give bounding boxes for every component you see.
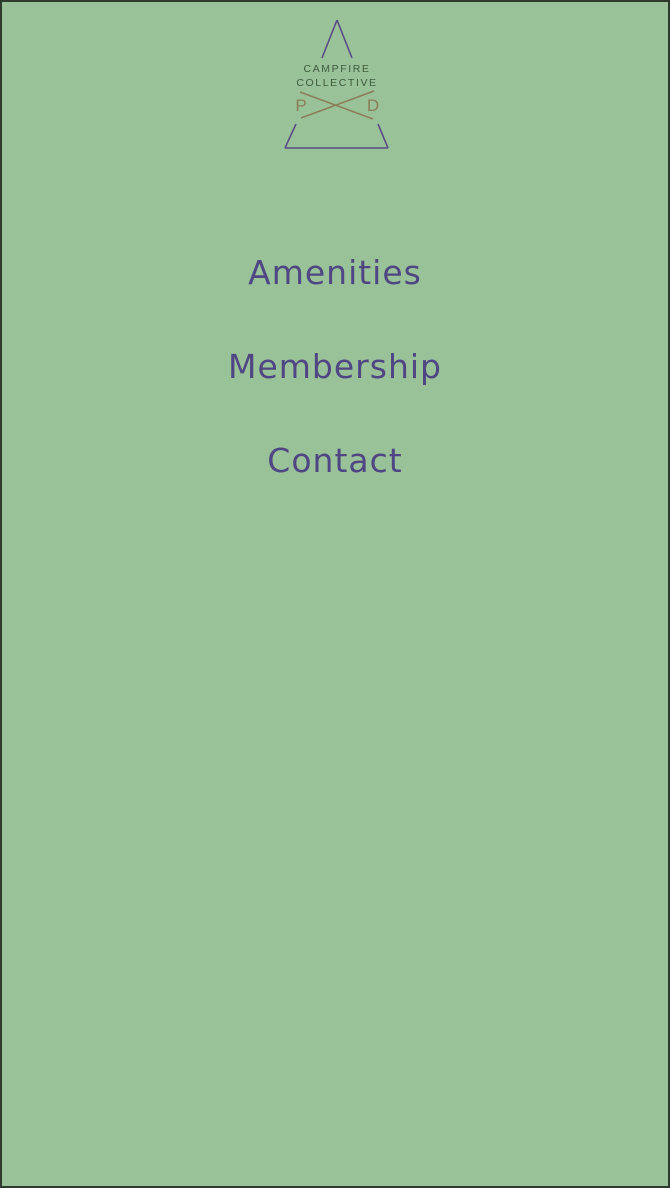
mobile-menu-screen: CAMPFIRE COLLECTIVE P D Amenities Member… [0,0,670,1188]
campfire-collective-logo[interactable]: CAMPFIRE COLLECTIVE P D [281,17,393,153]
nav-link-membership[interactable]: Membership [228,344,442,438]
logo-icon: CAMPFIRE COLLECTIVE P D [284,19,389,149]
nav-link-amenities[interactable]: Amenities [248,250,422,344]
logo-line-2: COLLECTIVE [296,77,377,89]
logo-letter-right: D [367,96,379,115]
logo-letter-left: P [295,96,306,115]
nav-link-contact[interactable]: Contact [267,438,402,532]
logo-line-1: CAMPFIRE [303,63,370,75]
main-navigation: Amenities Membership Contact [2,250,668,532]
